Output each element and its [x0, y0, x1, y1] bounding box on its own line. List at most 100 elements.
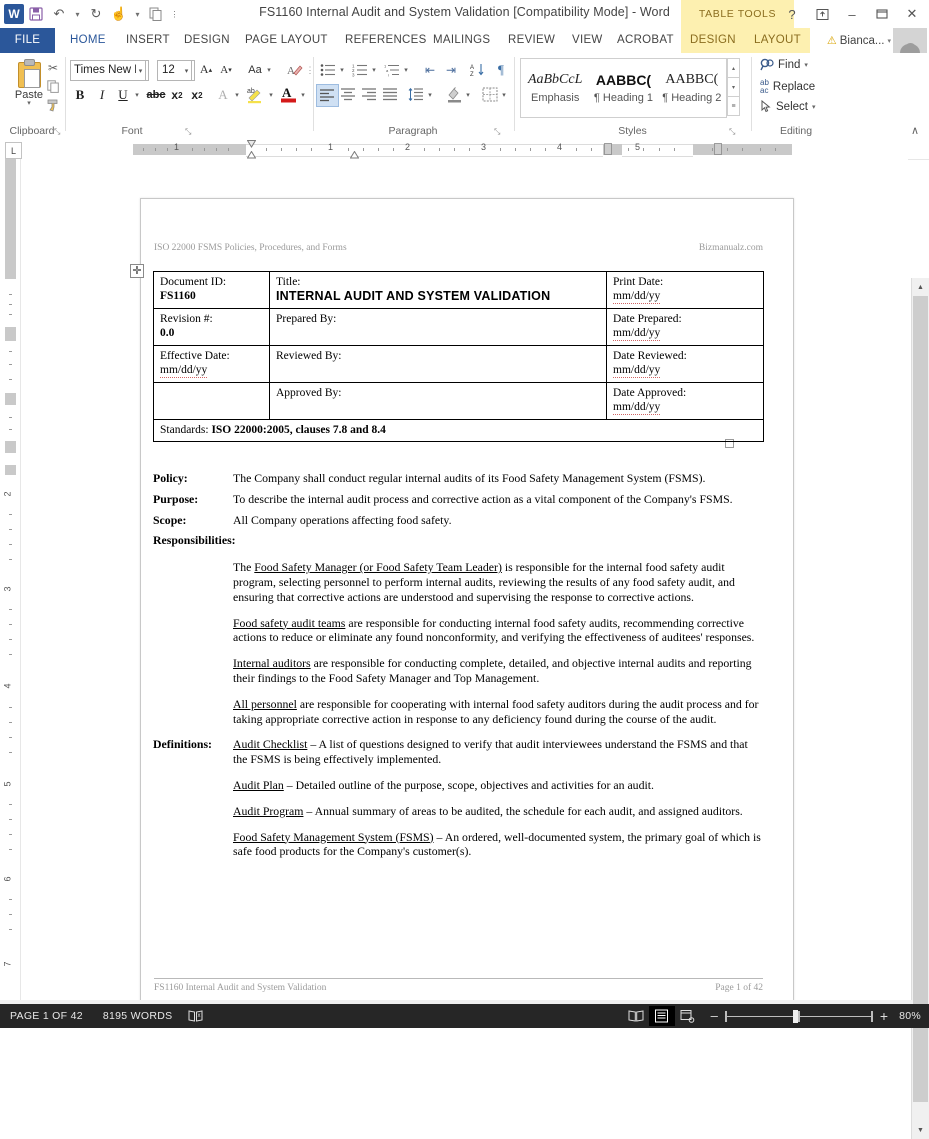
clear-formatting-icon[interactable]: A — [285, 60, 305, 79]
shading-icon[interactable] — [444, 84, 464, 104]
zoom-level-label[interactable]: 80% — [895, 1010, 929, 1022]
style-item-heading-2[interactable]: AABBC( ¶ Heading 2 — [658, 59, 726, 117]
numbering-icon[interactable]: 123 — [350, 60, 370, 79]
vertical-ruler[interactable]: 2 3 4 5 6 7 — [0, 159, 21, 1000]
document-sections[interactable]: Policy: The Company shall conduct regula… — [153, 471, 763, 870]
select-dropdown-icon[interactable]: ▾ — [812, 103, 816, 111]
paste-dropdown-icon[interactable]: ▾ — [27, 100, 31, 107]
cell-document-id[interactable]: Document ID: FS1160 — [153, 270, 270, 310]
superscript-icon[interactable]: x2 — [187, 85, 207, 105]
zoom-slider-thumb[interactable] — [792, 1009, 798, 1023]
cell-approved-by[interactable]: Approved By: — [269, 382, 607, 421]
account-menu[interactable]: ⚠ Bianca... ▾ — [827, 28, 891, 53]
multilevel-dropdown-icon[interactable]: ▾ — [401, 60, 411, 79]
cut-icon[interactable]: ✂ — [44, 59, 62, 76]
scroll-up-button[interactable]: ▲ — [913, 279, 928, 295]
tab-view[interactable]: VIEW — [563, 28, 612, 53]
table-row[interactable]: Standards: ISO 22000:2005, clauses 7.8 a… — [153, 419, 764, 443]
cell-title[interactable]: Title: INTERNAL AUDIT AND SYSTEM VALIDAT… — [269, 270, 607, 310]
left-indent-marker[interactable] — [247, 151, 256, 159]
select-button[interactable]: Select ▾ — [760, 100, 815, 113]
table-row[interactable]: Approved By: Date Approved: mm/dd/yy — [153, 382, 764, 421]
tab-references[interactable]: REFERENCES — [336, 28, 436, 53]
change-case-dropdown-icon[interactable]: ▾ — [264, 60, 274, 79]
styles-dialog-launcher[interactable]: ⤡ — [729, 127, 735, 137]
word-count[interactable]: 8195 WORDS — [93, 1010, 183, 1022]
borders-dropdown-icon[interactable]: ▾ — [499, 85, 509, 104]
change-case-icon[interactable]: Aa — [245, 60, 265, 79]
cell-date-prepared[interactable]: Date Prepared: mm/dd/yy — [606, 308, 764, 347]
cell-empty[interactable] — [153, 382, 270, 421]
find-button[interactable]: Find ▾ — [760, 58, 808, 72]
increase-indent-icon[interactable]: ⇥ — [441, 60, 461, 79]
decrease-indent-icon[interactable]: ⇤ — [420, 60, 440, 79]
text-effects-dropdown-icon[interactable]: ▾ — [232, 85, 242, 105]
hanging-indent-marker[interactable] — [350, 151, 359, 159]
avatar[interactable] — [893, 28, 927, 53]
cell-reviewed-by[interactable]: Reviewed By: — [269, 345, 607, 384]
subscript-icon[interactable]: x2 — [167, 85, 187, 105]
show-formatting-marks-icon[interactable]: ¶ — [492, 60, 510, 79]
scroll-down-button[interactable]: ▼ — [913, 1122, 928, 1138]
bullets-icon[interactable] — [318, 60, 338, 79]
cell-prepared-by[interactable]: Prepared By: — [269, 308, 607, 347]
cell-date-reviewed[interactable]: Date Reviewed: mm/dd/yy — [606, 345, 764, 384]
style-item-heading-1[interactable]: AABBC( ¶ Heading 1 — [589, 59, 657, 117]
close-button[interactable]: ✕ — [897, 0, 927, 28]
font-color-icon[interactable]: A — [278, 83, 300, 105]
multilevel-list-icon[interactable]: 1ai — [382, 60, 402, 79]
scrollbar-thumb[interactable] — [913, 296, 928, 1102]
table-row[interactable]: Revision #: 0.0 Prepared By: Date Prepar… — [153, 308, 764, 347]
right-indent-marker[interactable] — [604, 143, 612, 156]
align-left-icon[interactable] — [316, 84, 339, 107]
underline-dropdown-icon[interactable]: ▾ — [132, 85, 142, 105]
borders-icon[interactable] — [479, 84, 500, 104]
tab-mailings[interactable]: MAILINGS — [424, 28, 499, 53]
first-line-indent-marker[interactable] — [247, 140, 256, 148]
zoom-slider-track[interactable] — [724, 1009, 873, 1023]
tab-file[interactable]: FILE — [0, 28, 55, 53]
tab-stop-selector[interactable]: L — [5, 142, 22, 159]
proofing-status-icon[interactable]: x — [182, 1009, 209, 1023]
line-spacing-icon[interactable] — [406, 85, 426, 104]
shrink-font-icon[interactable]: A ▾ — [217, 60, 235, 79]
tab-page-layout[interactable]: PAGE LAYOUT — [236, 28, 337, 53]
format-painter-icon[interactable] — [44, 97, 62, 114]
styles-scroll-down-icon[interactable]: ▾ — [727, 77, 740, 96]
collapse-ribbon-icon[interactable]: ∧ — [911, 124, 919, 137]
document-info-table[interactable]: Document ID: FS1160 Title: INTERNAL AUDI… — [153, 270, 764, 443]
web-layout-button[interactable] — [675, 1006, 701, 1026]
tab-review[interactable]: REVIEW — [499, 28, 564, 53]
paragraph-dialog-launcher[interactable]: ⤡ — [494, 127, 500, 137]
ruler-tab-marker[interactable] — [714, 143, 722, 156]
cell-standards[interactable]: Standards: ISO 22000:2005, clauses 7.8 a… — [153, 419, 764, 443]
font-size-dropdown-icon[interactable]: ▾ — [182, 60, 192, 81]
read-mode-button[interactable] — [623, 1006, 649, 1026]
ribbon-display-options-button[interactable] — [807, 0, 837, 28]
line-spacing-dropdown-icon[interactable]: ▾ — [425, 85, 435, 104]
highlight-icon[interactable]: ab — [245, 83, 267, 105]
sort-icon[interactable]: AZ — [468, 60, 488, 79]
text-effects-icon[interactable]: A — [213, 85, 233, 105]
zoom-control[interactable]: – + 80% — [711, 1009, 929, 1023]
shading-dropdown-icon[interactable]: ▾ — [463, 85, 473, 104]
document-page[interactable]: ISO 22000 FSMS Policies, Procedures, and… — [130, 198, 794, 1000]
horizontal-ruler[interactable]: L 1 1 2 3 4 5 — [0, 139, 929, 160]
bold-icon[interactable]: B — [70, 85, 90, 105]
numbering-dropdown-icon[interactable]: ▾ — [369, 60, 379, 79]
zoom-in-button[interactable]: + — [880, 1009, 888, 1023]
table-row[interactable]: Effective Date: mm/dd/yy Reviewed By: Da… — [153, 345, 764, 384]
minimize-button[interactable]: – — [837, 0, 867, 28]
align-right-icon[interactable] — [359, 85, 379, 104]
tab-design[interactable]: DESIGN — [175, 28, 239, 53]
tab-acrobat[interactable]: ACROBAT — [608, 28, 683, 53]
underline-icon[interactable]: U — [113, 85, 133, 105]
italic-icon[interactable]: I — [92, 85, 112, 105]
tab-table-layout[interactable]: LAYOUT — [745, 28, 810, 53]
cell-revision[interactable]: Revision #: 0.0 — [153, 308, 270, 347]
styles-scroll-up-icon[interactable]: ▴ — [727, 58, 740, 77]
grow-font-icon[interactable]: A ▴ — [197, 60, 215, 79]
tab-insert[interactable]: INSERT — [117, 28, 179, 53]
document-canvas[interactable]: ISO 22000 FSMS Policies, Procedures, and… — [21, 159, 908, 1000]
cell-effective-date[interactable]: Effective Date: mm/dd/yy — [153, 345, 270, 384]
